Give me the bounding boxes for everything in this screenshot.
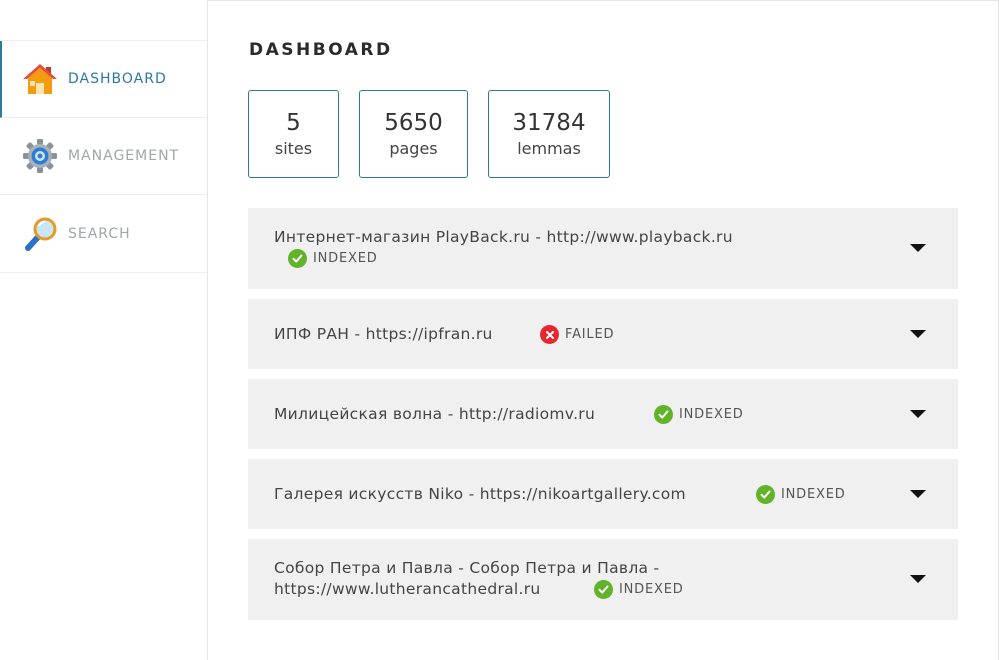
status-text: INDEXED (313, 251, 378, 266)
check-icon (756, 485, 775, 504)
error-icon (540, 325, 559, 344)
sidebar-item-label: MANAGEMENT (68, 148, 180, 164)
status-badge: INDEXED (594, 580, 684, 599)
sidebar-item-management[interactable]: MANAGEMENT (0, 118, 207, 195)
stat-value: 31784 (512, 110, 586, 136)
sidebar-item-search[interactable]: SEARCH (0, 195, 207, 272)
status-badge: INDEXED (288, 249, 378, 268)
magnifier-icon (22, 216, 58, 252)
sidebar-item-label: DASHBOARD (68, 71, 167, 87)
stat-label: sites (274, 139, 313, 158)
sidebar-item-dashboard[interactable]: DASHBOARD (0, 41, 207, 118)
stat-label: lemmas (517, 139, 581, 158)
chevron-down-icon[interactable] (910, 244, 926, 252)
chevron-down-icon[interactable] (910, 490, 926, 498)
site-item[interactable]: Милицейская волна - http://radiomv.ru IN… (248, 379, 958, 449)
status-text: INDEXED (679, 407, 744, 422)
status-badge: INDEXED (756, 485, 846, 504)
site-item[interactable]: Интернет-магазин PlayBack.ru - http://ww… (248, 208, 958, 289)
chevron-down-icon[interactable] (910, 575, 926, 583)
status-badge: INDEXED (654, 405, 744, 424)
site-item[interactable]: Галерея искусств Niko - https://nikoartg… (248, 459, 958, 529)
check-icon (654, 405, 673, 424)
site-item[interactable]: ИПФ РАН - https://ipfran.ru FAILED (248, 299, 958, 369)
check-icon (594, 580, 613, 599)
site-title: Галерея искусств Niko - https://nikoartg… (274, 485, 686, 503)
page-title: DASHBOARD (249, 40, 393, 60)
status-text: FAILED (565, 327, 615, 342)
status-badge: FAILED (540, 325, 614, 344)
status-text: INDEXED (619, 582, 684, 597)
site-url: https://www.lutherancathedral.ru (274, 580, 541, 598)
status-text: INDEXED (781, 487, 846, 502)
sidebar: DASHBOARD MANAGEMENT SEARCH (0, 40, 207, 273)
stat-card-pages: 5650 pages (359, 90, 468, 178)
check-icon (288, 249, 307, 268)
site-item[interactable]: Собор Петра и Павла - Собор Петра и Павл… (248, 539, 958, 620)
stat-card-sites: 5 sites (248, 90, 339, 178)
sidebar-item-label: SEARCH (68, 225, 131, 242)
stat-value: 5 (286, 110, 301, 136)
site-title: Милицейская волна - http://radiomv.ru (274, 405, 596, 423)
gear-icon (22, 138, 58, 174)
site-title: ИПФ РАН - https://ipfran.ru (274, 325, 493, 343)
chevron-down-icon[interactable] (910, 330, 926, 338)
site-title: Интернет-магазин PlayBack.ru - http://ww… (274, 228, 733, 246)
chevron-down-icon[interactable] (910, 410, 926, 418)
house-icon (22, 61, 58, 97)
stat-card-lemmas: 31784 lemmas (488, 90, 610, 178)
site-title: Собор Петра и Павла - Собор Петра и Павл… (274, 559, 660, 577)
stat-value: 5650 (384, 110, 443, 136)
stat-label: pages (389, 139, 438, 158)
